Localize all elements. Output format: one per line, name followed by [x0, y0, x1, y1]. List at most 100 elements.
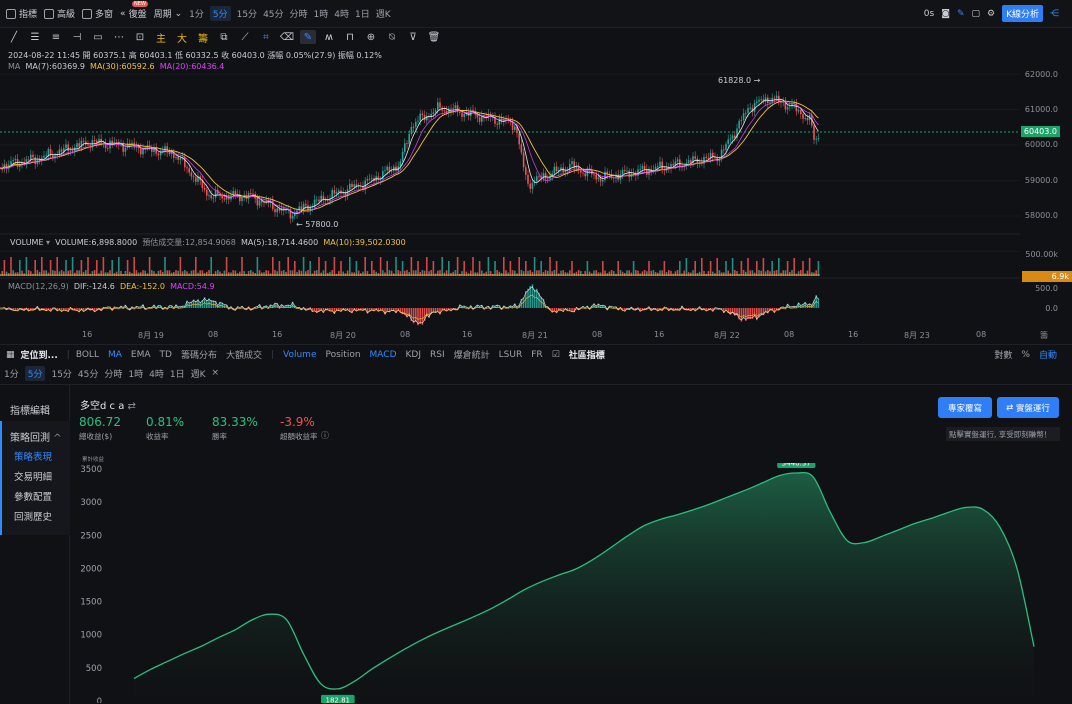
more-tools-icon[interactable]: ⋯ — [111, 30, 127, 44]
price-chart-canvas[interactable] — [0, 46, 1072, 346]
volume-bar — [309, 261, 311, 276]
indicator-item[interactable]: LSUR — [499, 350, 523, 360]
volume-bar — [723, 272, 725, 276]
backtest-nav[interactable]: 策略回測 ^ — [10, 429, 62, 444]
interval-tab[interactable]: 1分 — [189, 7, 204, 20]
interval-tab[interactable]: 分時 — [104, 367, 122, 380]
volume-bar — [542, 271, 545, 276]
time-tick: 16 — [654, 330, 665, 339]
chevron-down-icon: ⌄ — [174, 8, 183, 19]
pattern-icon[interactable]: ʍ — [321, 30, 337, 44]
interval-tab[interactable]: 15分 — [51, 367, 71, 380]
log-scale-button[interactable]: 對數 — [994, 348, 1012, 361]
channel-icon[interactable]: ≡ — [48, 30, 64, 44]
volume-bar — [256, 257, 259, 276]
ruler-icon[interactable]: ⊡ — [132, 30, 148, 44]
locate-button[interactable]: 定位到... — [21, 348, 58, 361]
volume-bar — [87, 257, 89, 276]
volume-bar — [586, 261, 589, 276]
pencil-icon[interactable]: ✎ — [957, 9, 965, 19]
indicator-item[interactable]: RSI — [430, 350, 445, 360]
advanced-button[interactable]: 高級 — [44, 7, 75, 20]
interval-tab[interactable]: 1日 — [355, 7, 370, 20]
ray-icon[interactable]: ⊣ — [69, 30, 85, 44]
big-order-button[interactable]: 大 — [174, 30, 190, 45]
candle-body — [786, 107, 789, 110]
stat-label: 超額收益率 — [280, 432, 318, 441]
indicator-item[interactable]: 籌碼分布 — [181, 348, 217, 361]
candle-body — [12, 160, 14, 162]
replay-button[interactable]: « 復盤 NEW — [120, 1, 148, 20]
interval-tab[interactable]: 週K — [376, 7, 391, 20]
hline-icon[interactable]: ☰ — [27, 30, 43, 44]
indicator-item[interactable]: KDJ — [406, 350, 422, 360]
chips-button[interactable]: 籌 — [195, 30, 211, 45]
main-chart-button[interactable]: 主 — [153, 30, 169, 45]
expert-review-button[interactable]: 專家覆寫 — [938, 397, 992, 418]
interval-tab[interactable]: 4時 — [149, 367, 164, 380]
indicator-item[interactable]: EMA — [131, 350, 151, 360]
interval-tab[interactable]: 1時 — [314, 7, 329, 20]
equity-chart[interactable]: 3500 3000 2500 2000 1500 1000 500 0 3440.37 182.8… — [72, 463, 1072, 703]
indicator-item[interactable]: 爆倉統計 — [454, 348, 490, 361]
tag-icon[interactable]: ⟋ — [237, 30, 253, 44]
indicator-item[interactable]: MA — [108, 350, 122, 360]
community-indicators-button[interactable]: 社區指標 — [569, 348, 605, 361]
interval-tab[interactable]: 5分 — [24, 365, 46, 381]
volume-bar — [56, 257, 58, 276]
crop-icon[interactable]: ⌗ — [258, 30, 274, 44]
nav-history[interactable]: 回測歷史 — [14, 509, 52, 523]
info-icon[interactable]: ⓘ — [321, 430, 329, 441]
share-icon[interactable]: ⋲ — [1050, 9, 1059, 19]
indicator-item[interactable]: TD — [160, 350, 172, 360]
rectangle-icon[interactable]: ▭ — [90, 30, 106, 44]
draw-icon[interactable]: ✎ — [300, 30, 316, 44]
indicator-item[interactable]: FR — [531, 350, 542, 360]
interval-tab[interactable]: 分時 — [290, 7, 308, 20]
interval-tab[interactable]: 1時 — [128, 367, 143, 380]
community-icon[interactable]: ☑ — [552, 350, 560, 360]
nav-trade-details[interactable]: 交易明細 — [14, 469, 52, 483]
camera-icon[interactable]: ◙ — [941, 9, 950, 19]
multi-window-button[interactable]: 多窗 — [82, 7, 113, 20]
lock-icon[interactable]: ⊓ — [342, 30, 358, 44]
kline-analysis-button[interactable]: K線分析 — [1002, 5, 1043, 22]
trendline-icon[interactable]: ╱ — [6, 30, 22, 44]
candle-body — [377, 176, 380, 181]
period-dropdown[interactable]: 周期 ⌄ — [154, 7, 183, 21]
filter-icon[interactable]: ⊽ — [405, 30, 421, 44]
interval-tab[interactable]: 1分 — [4, 367, 19, 380]
interval-tab[interactable]: 1日 — [170, 367, 185, 380]
indicator-item[interactable]: Position — [326, 350, 361, 360]
interval-tab[interactable]: 4時 — [334, 7, 349, 20]
percent-scale-button[interactable]: % — [1021, 350, 1030, 360]
nav-performance[interactable]: 策略表現 — [14, 449, 52, 463]
interval-tab[interactable]: 15分 — [237, 7, 257, 20]
interval-tab[interactable]: 週K — [191, 367, 206, 380]
auto-scale-button[interactable]: 自動 — [1039, 348, 1057, 361]
eraser-icon[interactable]: ⌫ — [279, 30, 295, 44]
indicators-button[interactable]: 指標 — [6, 7, 37, 20]
indicator-item[interactable]: BOLL — [76, 350, 99, 360]
indicator-item[interactable]: 大額成交 — [226, 348, 262, 361]
price-chart[interactable]: 2024-08-22 11:45 開 60375.1 高 60403.1 低 6… — [0, 46, 1072, 346]
indicator-item[interactable]: Volume — [283, 350, 316, 360]
layers-icon[interactable]: ⧉ — [216, 30, 232, 44]
nav-parameters[interactable]: 參數配置 — [14, 489, 52, 503]
indicator-item[interactable]: MACD — [370, 350, 397, 360]
interval-tab[interactable]: 5分 — [209, 6, 231, 21]
interval-tab[interactable]: 45分 — [263, 7, 283, 20]
indicator-edit-nav[interactable]: 指標編輯 — [10, 402, 50, 417]
volume-bar — [443, 272, 446, 276]
swap-icon[interactable]: ⇄ — [128, 401, 136, 412]
brush-icon[interactable]: ⍉ — [384, 30, 400, 44]
close-interval-bar-button[interactable]: × — [212, 368, 220, 378]
interval-tab[interactable]: 45分 — [78, 367, 98, 380]
settings-icon[interactable]: ⚙ — [987, 9, 995, 19]
live-run-button[interactable]: ⇄ 實盤運行 — [997, 397, 1059, 418]
magnet-icon[interactable]: ⊕ — [363, 30, 379, 44]
calendar-icon[interactable]: ▦ — [6, 350, 15, 360]
fullscreen-icon[interactable]: ▢ — [972, 9, 981, 19]
trash-icon[interactable]: 🗑 — [426, 30, 442, 44]
interval-tabs-secondary: 1分 5分 15分 45分 分時 1時 4時 1日 週K — [4, 365, 212, 381]
